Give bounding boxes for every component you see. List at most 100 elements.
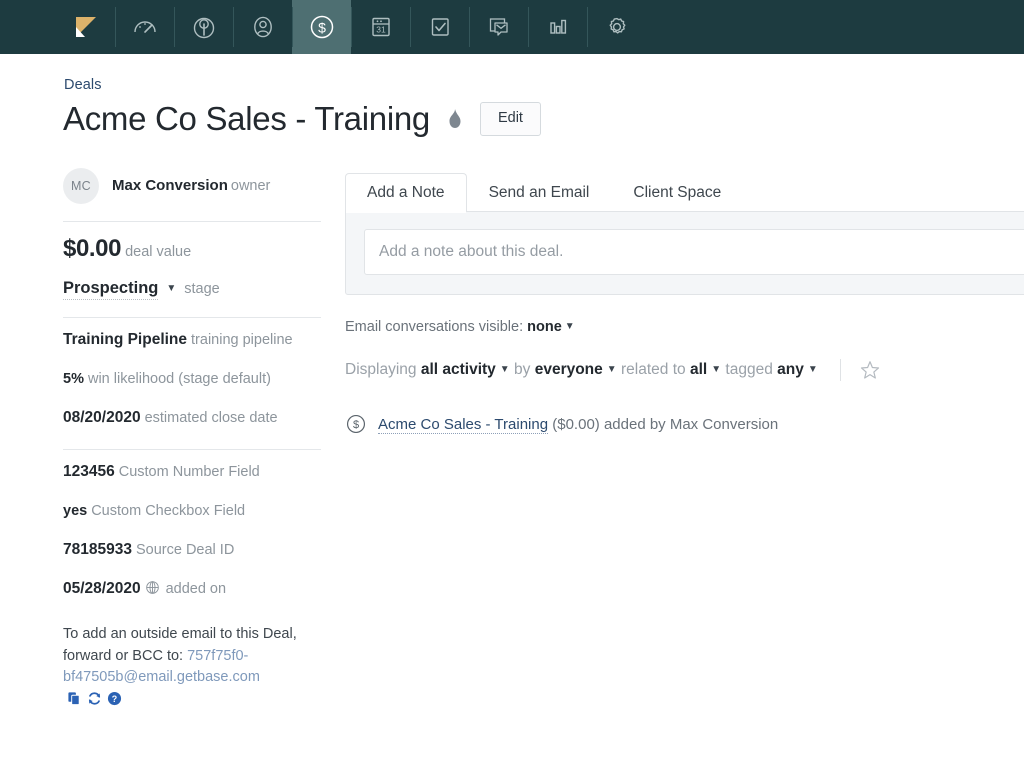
svg-text:31: 31	[376, 25, 386, 35]
custom-fields-block: 123456Custom Number Field yesCustom Chec…	[63, 450, 321, 606]
edit-button[interactable]: Edit	[480, 102, 541, 136]
chevron-down-icon[interactable]: ▼	[565, 321, 575, 332]
win-likelihood-field: 5%win likelihood (stage default)	[63, 357, 321, 396]
filter-tagged-dropdown[interactable]: any▼	[777, 361, 818, 379]
globe-icon	[145, 580, 160, 595]
filter-related-dropdown[interactable]: all▼	[690, 361, 721, 379]
bar-chart-icon	[544, 13, 572, 41]
title-row: Acme Co Sales - Training Edit	[63, 98, 541, 140]
activity-list-item: $ Acme Co Sales - Training ($0.00) added…	[345, 413, 1024, 435]
filter-activity-dropdown[interactable]: all activity▼	[421, 361, 510, 379]
nav-item-reports[interactable]	[528, 0, 587, 54]
nav-item-logo[interactable]	[56, 0, 115, 54]
deal-value: $0.00	[63, 235, 121, 262]
filter-by-label: by	[514, 361, 530, 379]
dollar-circle-icon: $	[345, 413, 367, 435]
activity-text: ($0.00) added by Max Conversion	[552, 416, 778, 433]
checkbox-icon	[426, 13, 454, 41]
activity-filter-bar: Displaying all activity▼ by everyone▼ re…	[345, 359, 1024, 381]
owner-row[interactable]: MC Max Conversionowner	[63, 168, 321, 221]
tab-list: Add a Note Send an Email Client Space	[345, 174, 1024, 212]
nav-item-communication[interactable]	[469, 0, 528, 54]
deal-activity-panel: Add a Note Send an Email Client Space Ad…	[345, 174, 1024, 435]
custom-checkbox-value: yes	[63, 503, 87, 519]
svg-text:$: $	[353, 419, 359, 431]
note-panel: Add a note about this deal.	[345, 211, 1024, 295]
avatar: MC	[63, 168, 99, 204]
source-deal-id-label: Source Deal ID	[136, 542, 234, 558]
nav-item-contacts[interactable]	[233, 0, 292, 54]
help-icon[interactable]: ?	[107, 691, 122, 706]
nav-item-calendar[interactable]: 31	[351, 0, 410, 54]
added-on-value: 05/28/2020	[63, 580, 141, 597]
close-date-field: 08/20/2020estimated close date	[63, 396, 321, 435]
filter-related-label: related to	[621, 361, 686, 379]
nav-item-settings[interactable]	[587, 0, 646, 54]
owner-name: Max Conversion	[112, 177, 228, 194]
email-visibility-label: Email conversations visible:	[345, 319, 523, 335]
gauge-icon	[131, 13, 159, 41]
nav-item-dashboard[interactable]	[115, 0, 174, 54]
chevron-down-icon[interactable]: ▼	[166, 283, 176, 294]
win-likelihood-value: 5%	[63, 371, 84, 387]
refresh-icon[interactable]	[87, 691, 102, 706]
pipeline-block: Training Pipelinetraining pipeline 5%win…	[63, 318, 321, 435]
owner-label: owner	[231, 178, 271, 194]
added-on-label: added on	[166, 581, 226, 597]
chevron-down-icon: ▼	[711, 364, 721, 375]
email-forward-line1: To add an outside email to this Deal,	[63, 626, 297, 642]
flame-icon	[445, 106, 465, 132]
filter-tagged-label: tagged	[725, 361, 772, 379]
email-forward-note: To add an outside email to this Deal, fo…	[63, 624, 313, 710]
top-navigation-bar: $ 31	[0, 0, 1024, 54]
mail-chat-icon	[485, 13, 513, 41]
custom-field-row: 123456Custom Number Field	[63, 450, 321, 489]
win-likelihood-label: win likelihood (stage default)	[88, 371, 271, 387]
close-date-label: estimated close date	[145, 410, 278, 426]
email-action-icons: ?	[67, 691, 122, 706]
nav-item-leads[interactable]	[174, 0, 233, 54]
note-input[interactable]: Add a note about this deal.	[364, 229, 1024, 275]
logo-icon	[73, 14, 99, 40]
tab-send-an-email[interactable]: Send an Email	[467, 173, 612, 212]
email-visibility-row: Email conversations visible: none▼	[345, 319, 1024, 335]
email-visibility-value[interactable]: none	[527, 319, 562, 335]
stage-field: Prospecting ▼ stage	[63, 265, 321, 303]
gear-icon	[603, 13, 631, 41]
deal-details-sidebar: MC Max Conversionowner $0.00deal value P…	[63, 168, 321, 710]
email-forward-line2: forward or BCC to:	[63, 648, 187, 664]
pipeline-field: Training Pipelinetraining pipeline	[63, 318, 321, 357]
tab-client-space[interactable]: Client Space	[611, 173, 743, 212]
stage-label: stage	[184, 281, 219, 297]
svg-text:?: ?	[112, 694, 117, 704]
filter-displaying-label: Displaying	[345, 361, 417, 379]
activity-deal-link[interactable]: Acme Co Sales - Training	[378, 416, 548, 434]
calendar-31-icon: 31	[367, 13, 395, 41]
breadcrumb-deals[interactable]: Deals	[64, 77, 102, 93]
lead-pin-icon	[190, 13, 218, 41]
star-icon[interactable]	[859, 359, 881, 381]
copy-icon[interactable]	[67, 691, 82, 706]
custom-number-value: 123456	[63, 463, 115, 480]
svg-text:$: $	[318, 20, 326, 36]
nav-item-tasks[interactable]	[410, 0, 469, 54]
custom-field-row: 78185933Source Deal ID	[63, 528, 321, 567]
close-date-value: 08/20/2020	[63, 409, 141, 426]
chevron-down-icon: ▼	[607, 364, 617, 375]
dollar-circle-icon: $	[307, 12, 337, 42]
tab-add-a-note[interactable]: Add a Note	[345, 173, 467, 212]
divider	[840, 359, 841, 381]
deal-value-field: $0.00deal value	[63, 222, 321, 265]
filter-by-dropdown[interactable]: everyone▼	[535, 361, 617, 379]
custom-checkbox-label: Custom Checkbox Field	[91, 503, 245, 519]
chevron-down-icon: ▼	[500, 364, 510, 375]
nav-item-deals[interactable]: $	[292, 0, 351, 54]
page-title: Acme Co Sales - Training	[63, 98, 430, 140]
custom-field-row: yesCustom Checkbox Field	[63, 489, 321, 528]
chevron-down-icon: ▼	[808, 364, 818, 375]
pipeline-value: Training Pipeline	[63, 331, 187, 348]
source-deal-id-value: 78185933	[63, 541, 132, 558]
stage-dropdown[interactable]: Prospecting	[63, 279, 158, 300]
custom-number-label: Custom Number Field	[119, 464, 260, 480]
deal-value-label: deal value	[125, 244, 191, 260]
